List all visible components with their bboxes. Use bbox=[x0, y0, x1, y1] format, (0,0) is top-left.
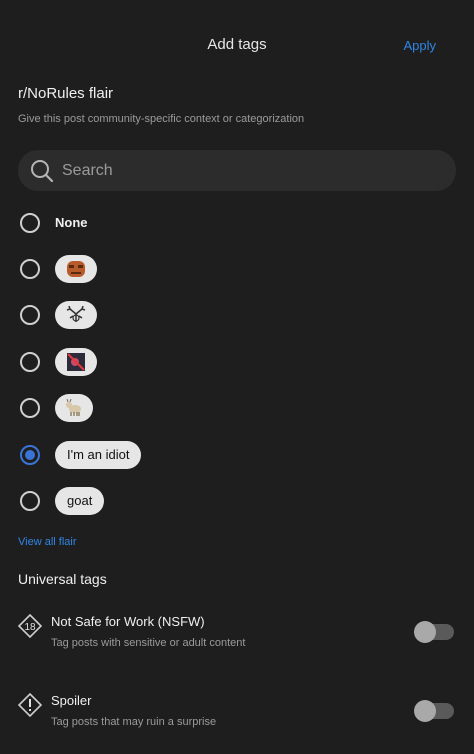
tag-name: Spoiler bbox=[51, 693, 92, 708]
radio-button[interactable] bbox=[20, 305, 40, 325]
universal-tags-title: Universal tags bbox=[18, 571, 107, 587]
search-field[interactable]: Search bbox=[18, 150, 456, 191]
crossed-out-emoji-icon bbox=[67, 353, 85, 371]
flair-label: None bbox=[55, 215, 88, 230]
nsfw-tag-row: 18 Not Safe for Work (NSFW) Tag posts wi… bbox=[18, 614, 458, 674]
flair-option-goat-emoji[interactable] bbox=[20, 392, 450, 428]
flair-option-im-an-idiot[interactable]: I'm an idiot bbox=[20, 439, 450, 475]
radio-button[interactable] bbox=[20, 259, 40, 279]
flair-chip[interactable] bbox=[55, 255, 97, 283]
flair-option-antlers[interactable] bbox=[20, 299, 450, 335]
radio-button[interactable] bbox=[20, 213, 40, 233]
svg-text:18: 18 bbox=[24, 622, 36, 633]
nsfw-18-icon: 18 bbox=[18, 614, 42, 638]
flair-option-none[interactable]: None bbox=[20, 207, 450, 243]
flair-option-goat[interactable]: goat bbox=[20, 485, 450, 521]
flair-section-subtitle: Give this post community-specific contex… bbox=[18, 113, 305, 125]
apply-button[interactable]: Apply bbox=[403, 38, 436, 53]
angry-face-emoji-icon bbox=[67, 261, 85, 277]
search-input[interactable]: Search bbox=[62, 162, 113, 180]
radio-button[interactable] bbox=[20, 352, 40, 372]
tag-description: Tag posts that may ruin a surprise bbox=[51, 716, 217, 728]
search-icon bbox=[31, 160, 54, 183]
flair-option-angry-face[interactable] bbox=[20, 253, 450, 289]
deer-antlers-emoji-icon bbox=[66, 306, 86, 322]
toggle-knob bbox=[414, 700, 436, 722]
flair-chip[interactable]: goat bbox=[55, 487, 105, 515]
spoiler-toggle[interactable] bbox=[414, 700, 454, 722]
nsfw-toggle[interactable] bbox=[414, 621, 454, 643]
top-bar: Add tags Apply bbox=[0, 0, 474, 92]
view-all-flair-link[interactable]: View all flair bbox=[18, 536, 77, 548]
flair-option-crossed[interactable] bbox=[20, 346, 450, 382]
flair-chip[interactable] bbox=[55, 348, 97, 376]
radio-button-selected[interactable] bbox=[20, 445, 40, 465]
tag-description: Tag posts with sensitive or adult conten… bbox=[51, 637, 246, 649]
flair-chip[interactable] bbox=[55, 394, 93, 422]
flair-chip[interactable]: I'm an idiot bbox=[55, 441, 142, 469]
spoiler-tag-row: Spoiler Tag posts that may ruin a surpri… bbox=[18, 693, 458, 753]
goat-emoji-icon bbox=[66, 399, 81, 416]
tag-name: Not Safe for Work (NSFW) bbox=[51, 614, 205, 629]
radio-button[interactable] bbox=[20, 491, 40, 511]
flair-section-title: r/NoRules flair bbox=[18, 85, 114, 102]
flair-chip[interactable] bbox=[55, 301, 97, 329]
spoiler-warning-icon bbox=[18, 693, 42, 717]
toggle-knob bbox=[414, 621, 436, 643]
radio-button[interactable] bbox=[20, 398, 40, 418]
